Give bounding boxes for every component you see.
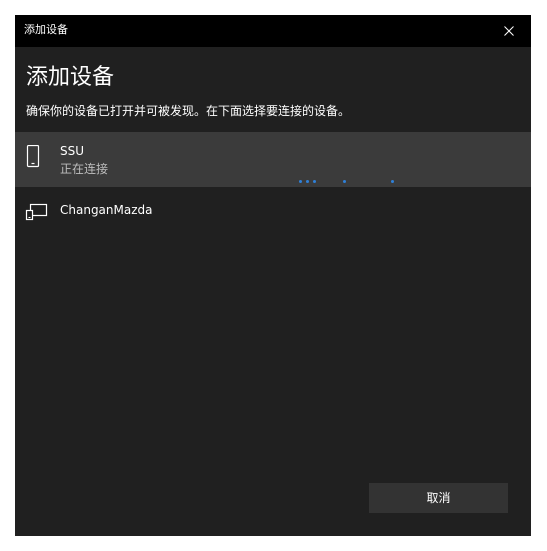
- close-button[interactable]: [487, 15, 531, 47]
- device-status: 正在连接: [60, 162, 109, 176]
- window-title: 添加设备: [24, 23, 68, 36]
- phone-icon: [26, 145, 40, 168]
- device-item-ssu[interactable]: SSU 正在连接: [15, 132, 531, 187]
- display-device-icon: [25, 203, 48, 221]
- instruction-text: 确保你的设备已打开并可被发现。在下面选择要连接的设备。: [26, 104, 351, 118]
- connecting-progress-indicator: [295, 180, 415, 184]
- close-icon: [504, 26, 514, 36]
- device-item-changanmazda[interactable]: ChanganMazda: [15, 190, 531, 235]
- device-name: ChanganMazda: [60, 203, 153, 217]
- page-title: 添加设备: [26, 65, 115, 90]
- cancel-button[interactable]: 取消: [369, 483, 508, 513]
- device-name: SSU: [60, 144, 85, 158]
- title-bar: 添加设备: [15, 15, 531, 47]
- add-device-dialog: 添加设备 添加设备 确保你的设备已打开并可被发现。在下面选择要连接的设备。 SS…: [15, 15, 531, 536]
